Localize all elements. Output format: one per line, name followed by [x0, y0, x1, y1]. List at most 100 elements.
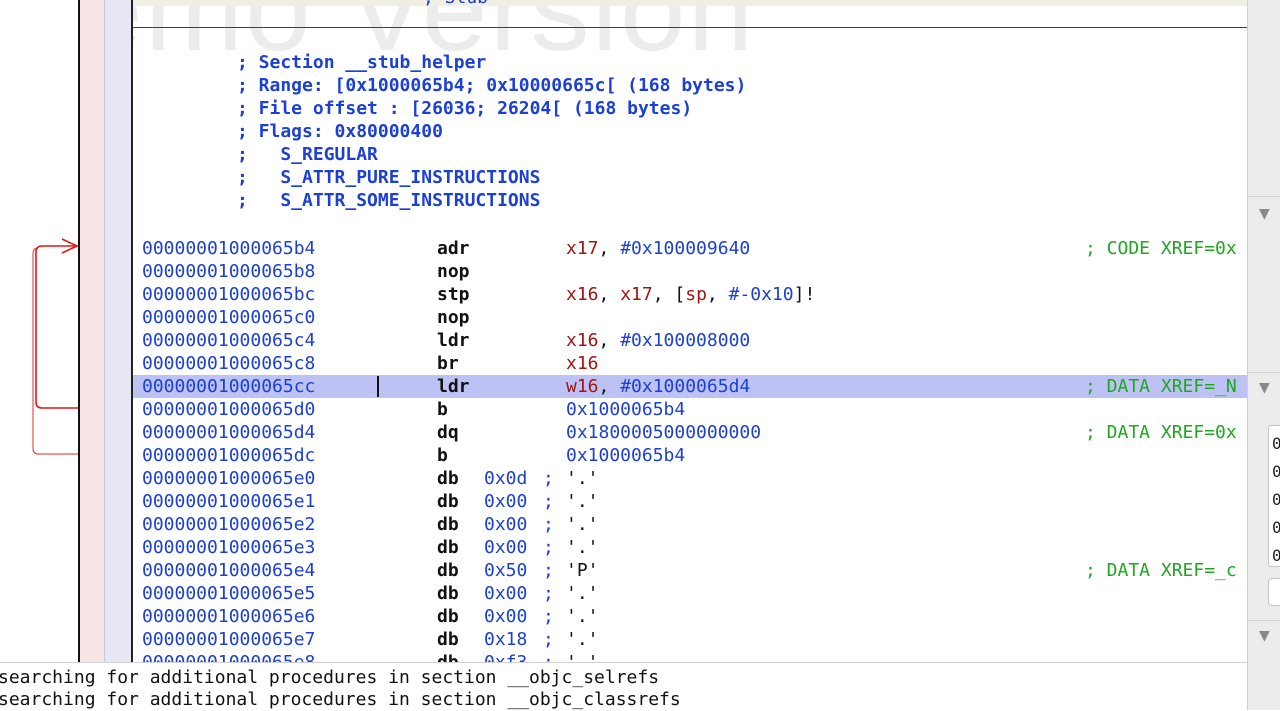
instruction-address: 00000001000065b8 [142, 261, 316, 282]
instruction-operands: x16 [566, 352, 599, 375]
inspector-panel: ▼ ▼ 0 0 0 0 0 ▼ [1247, 0, 1280, 710]
data-byte-row[interactable]: 00000001000065e8 db 0xf3; '.' [133, 651, 1247, 662]
operand-punctuation: , [706, 284, 729, 305]
instruction-row[interactable]: 00000001000065c4 ldr x16, #0x100008000 [133, 329, 1247, 352]
byte-comment-separator: ; [543, 651, 554, 662]
byte-value: 0x00 [484, 514, 528, 535]
operand-punctuation: , [598, 376, 621, 397]
data-byte-row[interactable]: 00000001000065e2 db 0x00; '.' [133, 513, 1247, 536]
data-byte-row[interactable]: 00000001000065e3 db 0x00; '.' [133, 536, 1247, 559]
byte-address: 00000001000065e4 [142, 560, 316, 581]
byte-address: 00000001000065e0 [142, 468, 316, 489]
panel-separator [1248, 372, 1280, 373]
instruction-address: 00000001000065c0 [142, 307, 316, 328]
byte-address: 00000001000065e3 [142, 537, 316, 558]
operand-register: x17 [620, 284, 653, 305]
branch-arrows [32, 238, 79, 455]
instruction-row[interactable]: 00000001000065dc b 0x1000065b4 [133, 444, 1247, 467]
operand-register: w16 [566, 376, 599, 397]
instruction-mnemonic: nop [437, 261, 470, 282]
branch-arrow-outer [35, 245, 78, 409]
previous-section-strip [133, 0, 1247, 6]
previous-section-text: ; Stub [423, 0, 488, 8]
byte-address: 00000001000065e6 [142, 606, 316, 627]
xref-comment: ; DATA XREF=0x [1085, 422, 1237, 443]
panel-separator [1248, 620, 1280, 621]
console-line: searching for additional procedures in s… [0, 667, 660, 688]
byte-comment-separator: ; [543, 606, 554, 627]
instruction-operands: x16, x17, [sp, #-0x10]! [566, 283, 815, 306]
byte-directive: db [437, 606, 459, 627]
instruction-row[interactable]: 00000001000065c8 br x16 [133, 352, 1247, 375]
byte-comment-separator: ; [543, 491, 554, 512]
instruction-operands: 0x1000065b4 [566, 398, 685, 421]
byte-directive: db [437, 583, 459, 604]
instruction-operands: x16, #0x100008000 [566, 329, 750, 352]
byte-value: 0x00 [484, 606, 528, 627]
instruction-row[interactable]: 00000001000065bc stp x16, x17, [sp, #-0x10… [133, 283, 1247, 306]
panel-list-item: 0 [1272, 434, 1280, 453]
byte-comment-separator: ; [543, 537, 554, 558]
panel-separator [1248, 196, 1280, 197]
panel-list[interactable]: 0 0 0 0 0 [1268, 425, 1280, 567]
disassembly-view[interactable]: ; Stub ; Section __stub_helper; Range: [… [133, 0, 1247, 662]
data-byte-row[interactable]: 00000001000065e4 db 0x50; 'P' ; DATA XREF=_c [133, 559, 1247, 582]
operand-immediate: #0x1000065d4 [620, 376, 751, 397]
byte-directive: db [437, 651, 459, 662]
section-header-line: ; Range: [0x1000065b4; 0x10000665c[ (168… [237, 75, 747, 96]
instruction-operands: w16, #0x1000065d4 [566, 375, 750, 398]
byte-directive: db [437, 537, 459, 558]
byte-address: 00000001000065e1 [142, 491, 316, 512]
instruction-mnemonic: b [437, 445, 448, 466]
instruction-row[interactable]: 00000001000065b4 adr x17, #0x100009640 ; CO… [133, 237, 1247, 260]
operand-immediate: #0x100008000 [620, 330, 751, 351]
byte-value: 0x50 [484, 560, 528, 581]
byte-comment-separator: ; [543, 583, 554, 604]
byte-value: 0x00 [484, 537, 528, 558]
selected-instruction-row[interactable]: 00000001000065cc ldr w16, #0x1000065d4 ; DA… [133, 375, 1247, 398]
branch-arrow-inner [32, 247, 78, 455]
byte-address: 00000001000065e2 [142, 514, 316, 535]
instruction-mnemonic: stp [437, 284, 470, 305]
section-header-line: ; S_ATTR_SOME_INSTRUCTIONS [237, 190, 541, 211]
operand-punctuation: , [598, 238, 621, 259]
data-byte-row[interactable]: 00000001000065e6 db 0x00; '.' [133, 605, 1247, 628]
data-byte-row[interactable]: 00000001000065e7 db 0x18; '.' [133, 628, 1247, 651]
collapse-triangle-icon[interactable]: ▼ [1259, 380, 1270, 396]
byte-character: '.' [566, 491, 599, 512]
collapse-triangle-icon[interactable]: ▼ [1259, 206, 1270, 222]
instruction-row[interactable]: 00000001000065b8 nop [133, 260, 1247, 283]
instruction-row[interactable]: 00000001000065c0 nop [133, 306, 1247, 329]
xref-comment: ; DATA XREF=_N [1085, 376, 1237, 397]
panel-button[interactable] [1268, 578, 1280, 606]
instruction-operands: x17, #0x100009640 [566, 237, 750, 260]
instruction-address: 00000001000065cc [142, 376, 316, 397]
instruction-mnemonic: b [437, 399, 448, 420]
instruction-row[interactable]: 00000001000065d0 b 0x1000065b4 [133, 398, 1247, 421]
operand-register: x16 [566, 353, 599, 374]
operand-register: sp [685, 284, 707, 305]
section-header-line: ; S_ATTR_PURE_INSTRUCTIONS [237, 167, 541, 188]
instruction-row[interactable]: 00000001000065d4 dq 0x1800005000000000 ; DA… [133, 421, 1247, 444]
operand-punctuation: , [ [652, 284, 686, 305]
data-byte-row[interactable]: 00000001000065e0 db 0x0d; '.' [133, 467, 1247, 490]
instruction-address: 00000001000065dc [142, 445, 316, 466]
data-byte-row[interactable]: 00000001000065e1 db 0x00; '.' [133, 490, 1247, 513]
instruction-address: 00000001000065bc [142, 284, 316, 305]
instruction-address: 00000001000065c8 [142, 353, 316, 374]
byte-address: 00000001000065e5 [142, 583, 316, 604]
operand-punctuation: , [598, 330, 621, 351]
operand-immediate: 0x1000065b4 [566, 399, 686, 420]
byte-character: '.' [566, 537, 599, 558]
byte-address: 00000001000065e8 [142, 651, 315, 662]
operand-immediate: #0x100009640 [620, 238, 751, 259]
operand-register: x16 [566, 330, 599, 351]
section-separator [133, 27, 1247, 28]
instruction-mnemonic: ldr [437, 376, 470, 397]
instruction-mnemonic: nop [437, 307, 470, 328]
data-byte-row[interactable]: 00000001000065e5 db 0x00; '.' [133, 582, 1247, 605]
byte-directive: db [437, 491, 459, 512]
byte-comment-separator: ; [543, 560, 554, 581]
byte-comment-separator: ; [543, 468, 554, 489]
collapse-triangle-icon[interactable]: ▼ [1259, 628, 1270, 644]
